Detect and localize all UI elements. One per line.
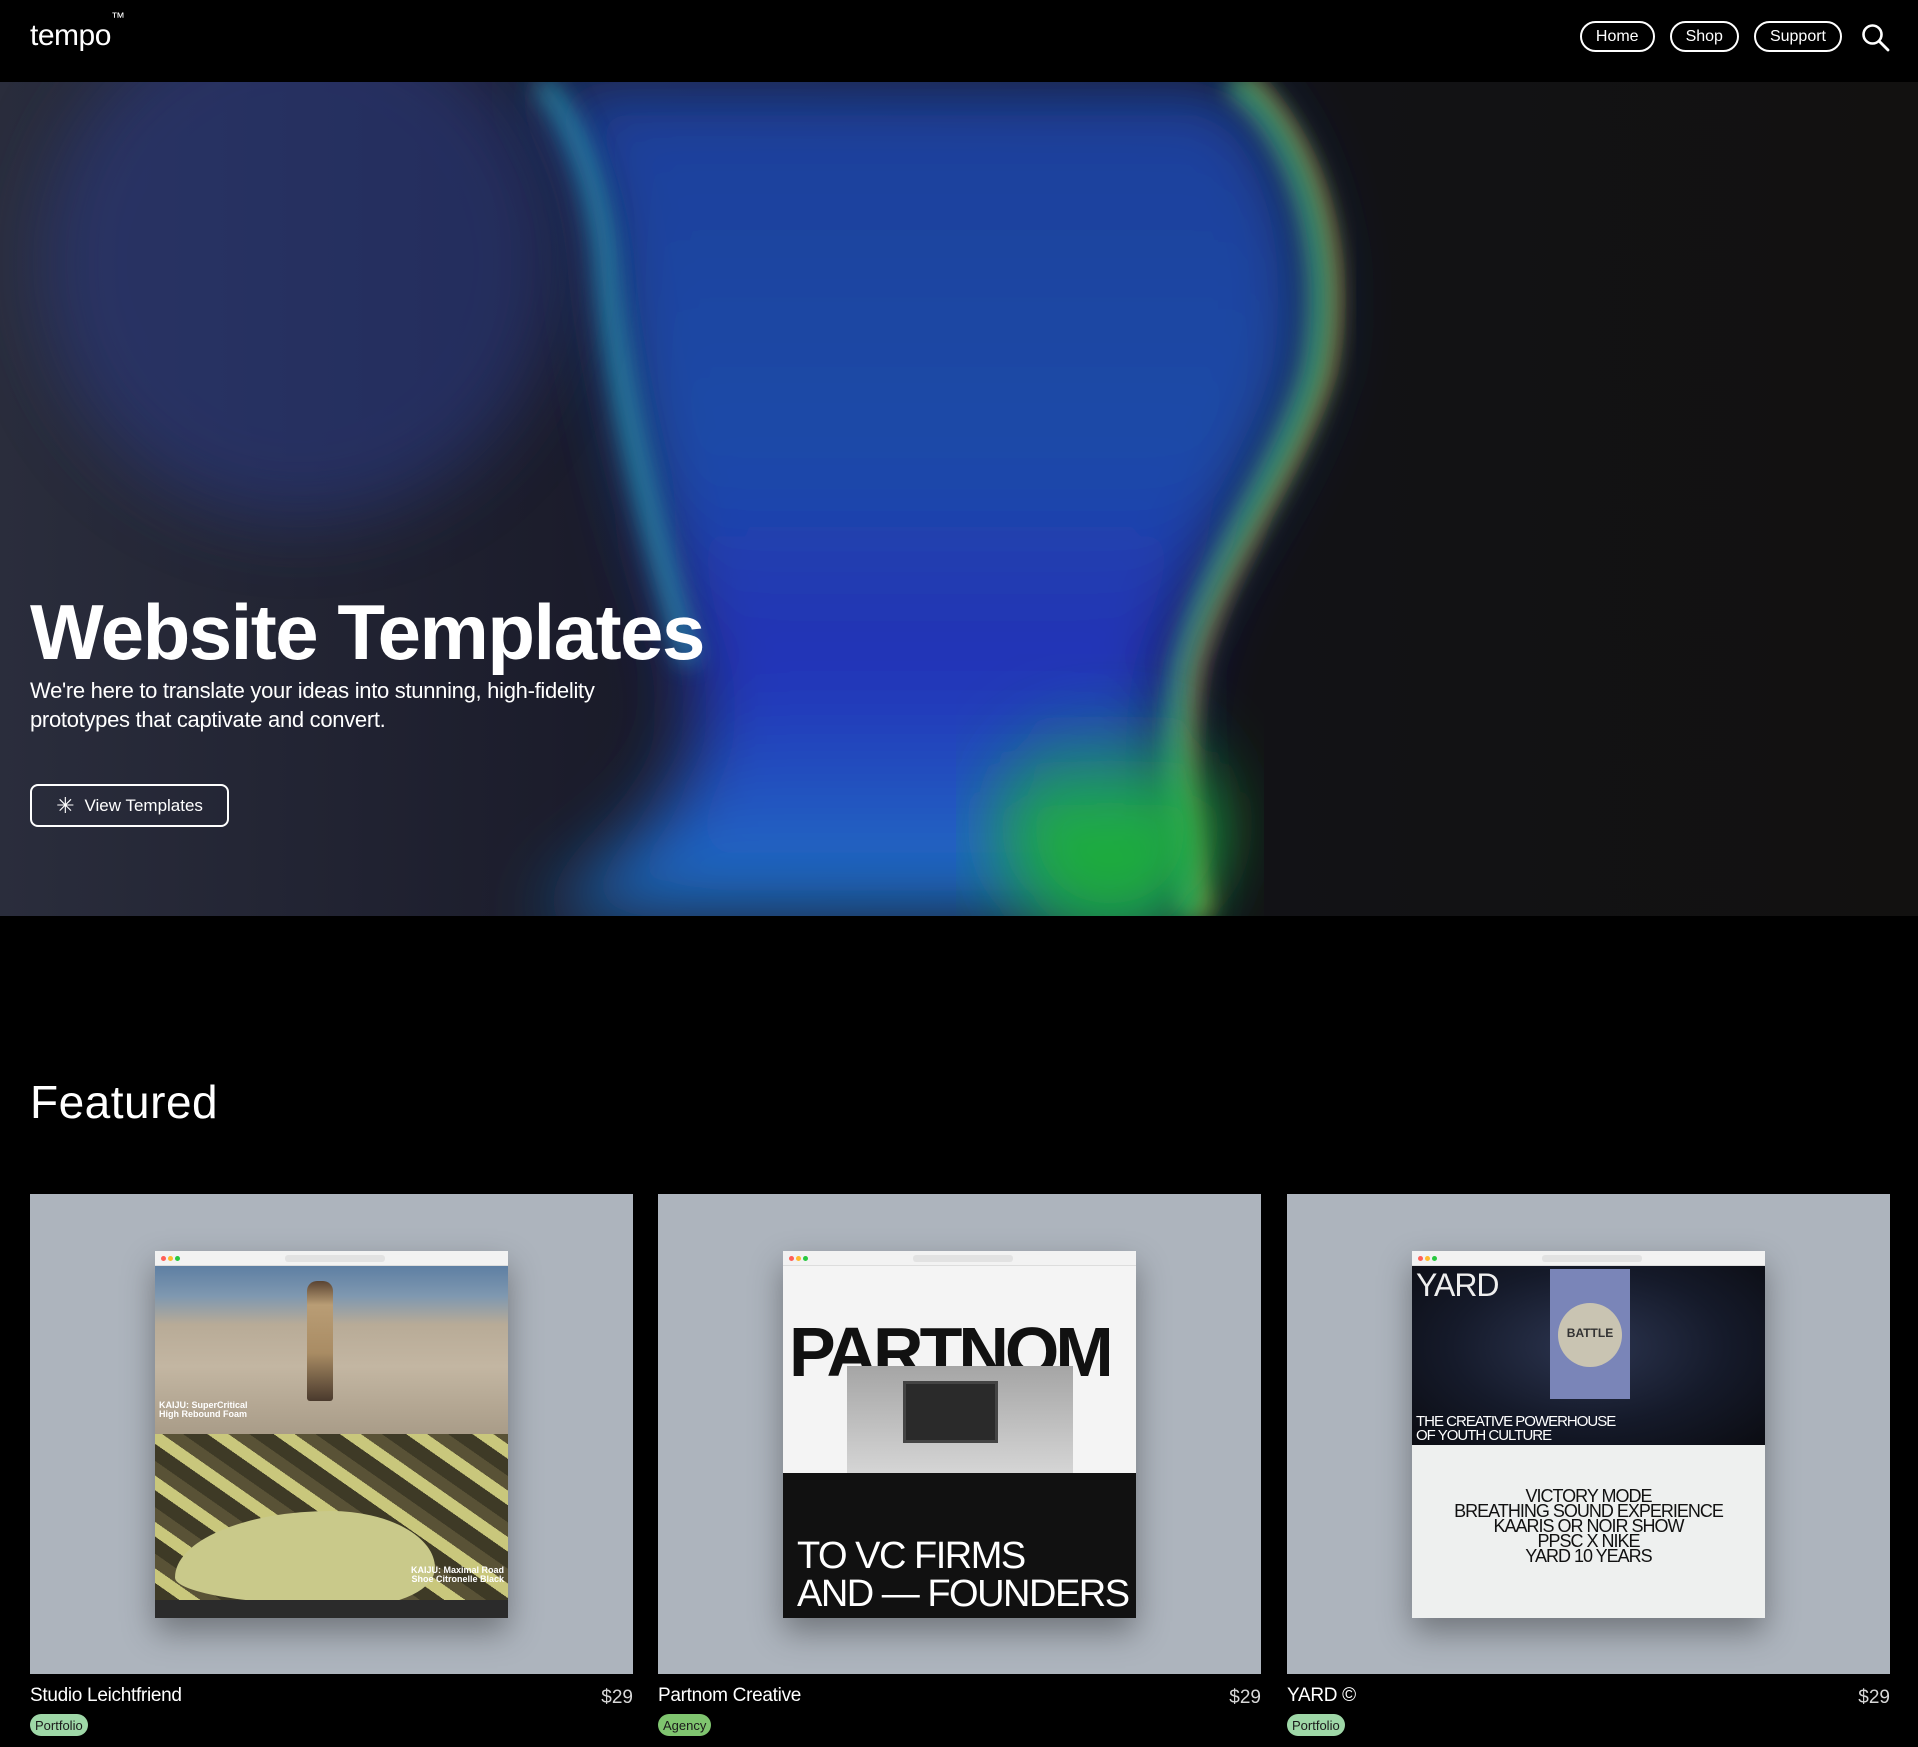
view-templates-button[interactable]: ✳ View Templates [30, 784, 229, 827]
nav-home-button[interactable]: Home [1579, 21, 1655, 52]
preview-tagline: THE CREATIVE POWERHOUSE OF YOUTH CULTURE [1416, 1413, 1616, 1444]
browser-bar [783, 1251, 1136, 1266]
asterisk-icon: ✳ [56, 792, 75, 818]
product-card-yard[interactable]: BATTLE YARD THE CREATIVE POWERHOUSE OF Y… [1287, 1194, 1890, 1736]
preview-list: VICTORY MODE BREATHING SOUND EXPERIENCE … [1454, 1486, 1724, 1566]
preview-line-2: AND — FOUNDERS [797, 1573, 1130, 1615]
product-card-partnom-creative[interactable]: PARTNOM TO VC FIRMS AND — FOUNDERS Partn… [658, 1194, 1261, 1736]
template-preview: BATTLE YARD THE CREATIVE POWERHOUSE OF Y… [1412, 1251, 1765, 1618]
card-thumbnail[interactable]: KAIJU: SuperCritical High Rebound Foam K… [30, 1194, 633, 1674]
featured-heading: Featured [30, 1076, 219, 1128]
search-icon[interactable] [1860, 22, 1890, 52]
category-tag[interactable]: Portfolio [30, 1714, 88, 1736]
category-tag[interactable]: Agency [658, 1714, 712, 1736]
browser-bar [155, 1251, 508, 1266]
card-title[interactable]: YARD © [1287, 1685, 1356, 1707]
card-thumbnail[interactable]: PARTNOM TO VC FIRMS AND — FOUNDERS [658, 1194, 1261, 1674]
preview-caption-bottom: KAIJU: Maximal Road Shoe Citronelle Blac… [410, 1565, 504, 1584]
view-templates-label: View Templates [84, 795, 203, 815]
preview-line-1: TO VC FIRMS [797, 1535, 1026, 1577]
template-preview: PARTNOM TO VC FIRMS AND — FOUNDERS [783, 1251, 1136, 1618]
card-title[interactable]: Partnom Creative [658, 1685, 801, 1707]
template-preview: KAIJU: SuperCritical High Rebound Foam K… [155, 1251, 508, 1618]
card-title[interactable]: Studio Leichtfriend [30, 1685, 182, 1707]
hero-section: Website Templates We're here to translat… [0, 82, 1918, 916]
preview-logo: YARD [1416, 1267, 1500, 1303]
category-tag[interactable]: Portfolio [1287, 1714, 1345, 1736]
hero-gradient-art [40, 82, 1339, 916]
main-nav: Home Shop Support [1579, 21, 1842, 52]
preview-banner-text: BATTLE [1566, 1326, 1614, 1340]
browser-bar [1412, 1251, 1765, 1266]
card-thumbnail[interactable]: BATTLE YARD THE CREATIVE POWERHOUSE OF Y… [1287, 1194, 1890, 1674]
card-price: $29 [1229, 1687, 1261, 1708]
card-price: $29 [601, 1687, 633, 1708]
product-card-studio-leichtfriend[interactable]: KAIJU: SuperCritical High Rebound Foam K… [30, 1194, 633, 1736]
nav-shop-button[interactable]: Shop [1669, 21, 1739, 52]
hero-subtitle: We're here to translate your ideas into … [30, 678, 595, 732]
hero-title: Website Templates [30, 588, 705, 676]
card-price: $29 [1858, 1687, 1890, 1708]
logo[interactable]: tempo™ [30, 9, 125, 53]
nav-support-button[interactable]: Support [1753, 21, 1842, 52]
site-header: tempo™ Home Shop Support [0, 0, 1918, 82]
preview-caption-top: KAIJU: SuperCritical High Rebound Foam [159, 1400, 248, 1419]
